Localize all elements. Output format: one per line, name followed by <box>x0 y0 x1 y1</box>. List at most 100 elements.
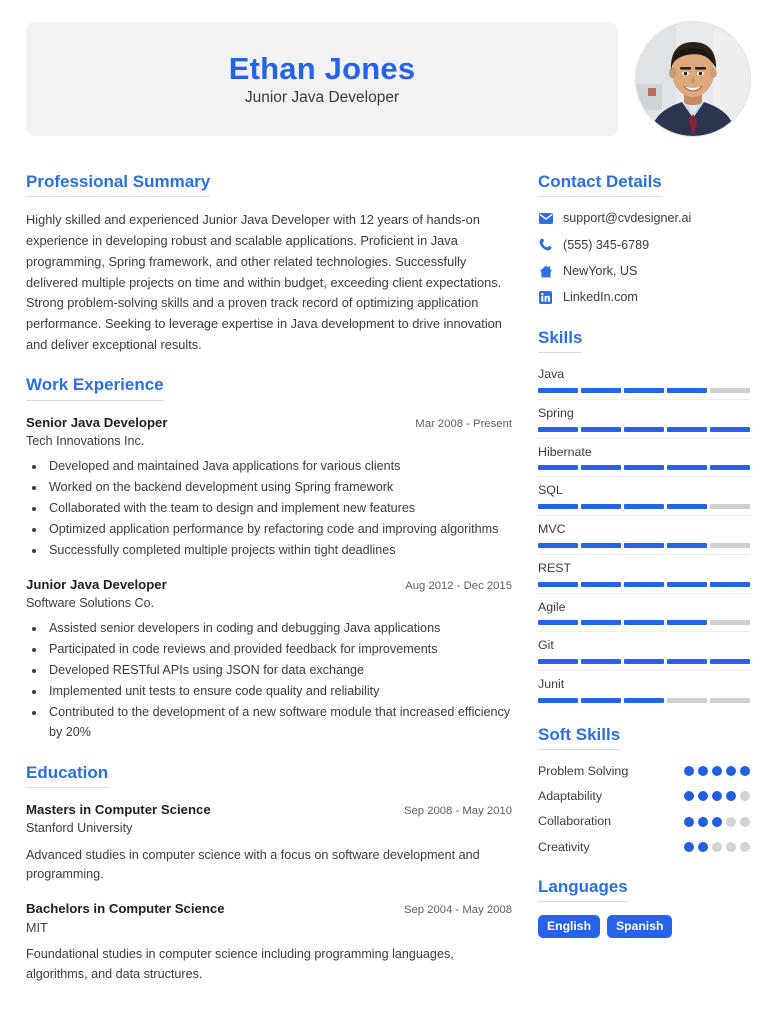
skill-bar-segment <box>624 504 664 510</box>
name-block: Ethan Jones Junior Java Developer <box>26 22 618 136</box>
soft-skill-item: Adaptability <box>538 788 750 804</box>
list-item: Successfully completed multiple projects… <box>46 541 512 561</box>
contact-item-location[interactable]: NewYork, US <box>538 263 750 279</box>
education-degree: Bachelors in Computer Science <box>26 901 225 917</box>
skill-bar-segment <box>710 465 750 471</box>
skill-item: Java <box>538 366 750 393</box>
soft-skills-list: Problem Solving Adaptability Collaboration… <box>538 763 750 855</box>
list-item: Contributed to the development of a new … <box>46 703 512 743</box>
skill-bar-segment <box>624 659 664 665</box>
skill-bar-segment <box>538 426 578 432</box>
skill-bar-segment <box>538 504 578 510</box>
skill-item: Agile <box>538 592 750 626</box>
summary-text: Highly skilled and experienced Junior Ja… <box>26 212 502 352</box>
skill-bar-segment <box>667 387 707 393</box>
section-heading-soft-skills: Soft Skills <box>538 725 621 751</box>
skill-label: Agile <box>538 599 566 614</box>
rating-dot <box>698 791 708 802</box>
contact-email-value: support@cvdesigner.ai <box>563 211 692 226</box>
work-entry: Senior Java Developer Mar 2008 - Present… <box>26 414 512 561</box>
soft-skill-item: Creativity <box>538 839 750 855</box>
main-column: Professional Summary Highly skilled and … <box>26 172 512 1024</box>
section-heading-skills: Skills <box>538 328 583 354</box>
contact-item-linkedin[interactable]: LinkedIn.com <box>538 289 750 305</box>
skill-bar-segment <box>710 387 750 393</box>
skill-item: Junit <box>538 670 750 703</box>
rating-dot <box>712 791 722 802</box>
skill-bar-segment <box>710 620 750 626</box>
skill-bar-segment <box>581 542 621 548</box>
section-heading-languages: Languages <box>538 877 628 903</box>
section-heading-work: Work Experience <box>26 375 164 401</box>
soft-skill-label: Adaptability <box>538 789 603 804</box>
skill-label: Java <box>538 367 565 382</box>
work-entry-header: Junior Java Developer Aug 2012 - Dec 201… <box>26 576 512 594</box>
education-date: Sep 2008 - May 2010 <box>403 805 512 817</box>
education-entry-header: Masters in Computer Science Sep 2008 - M… <box>26 801 512 819</box>
skill-level-bar <box>538 581 750 587</box>
skill-item: SQL <box>538 476 750 510</box>
list-item: Participated in code reviews and provide… <box>46 640 512 660</box>
skill-item: MVC <box>538 515 750 548</box>
skill-bar-segment <box>581 581 621 587</box>
rating-dot <box>726 766 736 777</box>
education-school: Stanford University <box>26 821 133 836</box>
rating-dot <box>698 816 708 827</box>
rating-dot <box>740 816 750 827</box>
rating-dot <box>740 766 750 777</box>
skill-label: Hibernate <box>538 444 592 459</box>
contact-item-phone[interactable]: (555) 345-6789 <box>538 237 750 253</box>
contact-location-value: NewYork, US <box>563 264 638 279</box>
envelope-icon <box>538 211 553 226</box>
education-entry: Bachelors in Computer Science Sep 2004 -… <box>26 900 512 984</box>
list-item: Assisted senior developers in coding and… <box>46 619 512 639</box>
skill-bar-segment <box>710 697 750 703</box>
education-school: MIT <box>26 920 48 935</box>
education-description: Advanced studies in computer science wit… <box>26 847 480 882</box>
skill-bar-segment <box>624 620 664 626</box>
section-education: Education Masters in Computer Science Se… <box>26 763 512 985</box>
work-bullets: Developed and maintained Java applicatio… <box>46 457 512 560</box>
soft-skill-label: Collaboration <box>538 814 612 829</box>
profile-photo-icon <box>636 22 750 136</box>
section-work-experience: Work Experience Senior Java Developer Ma… <box>26 375 512 742</box>
sidebar-column: Contact Details support@cvdesigner.ai (5… <box>538 172 750 1024</box>
skill-bar-segment <box>710 659 750 665</box>
page-title: Ethan Jones <box>228 50 416 86</box>
soft-skill-item: Collaboration <box>538 813 750 829</box>
list-item: Developed RESTful APIs using JSON for da… <box>46 661 512 681</box>
skill-bar-segment <box>538 542 578 548</box>
list-item: Optimized application performance by ref… <box>46 520 512 540</box>
resume-body: Professional Summary Highly skilled and … <box>26 150 750 1024</box>
rating-dot <box>726 841 736 852</box>
rating-dot <box>684 841 694 852</box>
skill-bar-segment <box>667 620 707 626</box>
skill-bar-segment <box>667 542 707 548</box>
skill-bar-segment <box>710 581 750 587</box>
contact-item-email[interactable]: support@cvdesigner.ai <box>538 210 750 226</box>
rating-dot <box>712 766 722 777</box>
work-date: Mar 2008 - Present <box>415 417 512 430</box>
education-description: Foundational studies in computer science… <box>26 946 454 981</box>
phone-icon <box>538 237 553 252</box>
skill-bar-segment <box>538 387 578 393</box>
skill-bar-segment <box>538 620 578 626</box>
skill-bar-segment <box>624 542 664 548</box>
work-role: Junior Java Developer <box>26 576 167 592</box>
skill-bar-segment <box>624 387 664 393</box>
section-professional-summary: Professional Summary Highly skilled and … <box>26 172 512 355</box>
skill-bar-segment <box>581 426 621 432</box>
resume-page: Ethan Jones Junior Java Developer Profes… <box>0 0 776 1024</box>
work-date: Aug 2012 - Dec 2015 <box>405 579 512 592</box>
skill-bar-segment <box>624 465 664 471</box>
skill-bar-segment <box>581 387 621 393</box>
work-entry-header: Senior Java Developer Mar 2008 - Present <box>26 414 512 432</box>
skill-bar-segment <box>624 426 664 432</box>
skill-bar-segment <box>710 542 750 548</box>
skill-label: Git <box>538 638 554 653</box>
skill-bar-segment <box>538 697 578 703</box>
skill-level-bar <box>538 465 750 471</box>
soft-skill-rating <box>684 841 750 852</box>
rating-dot <box>684 766 694 777</box>
job-title: Junior Java Developer <box>244 88 400 106</box>
